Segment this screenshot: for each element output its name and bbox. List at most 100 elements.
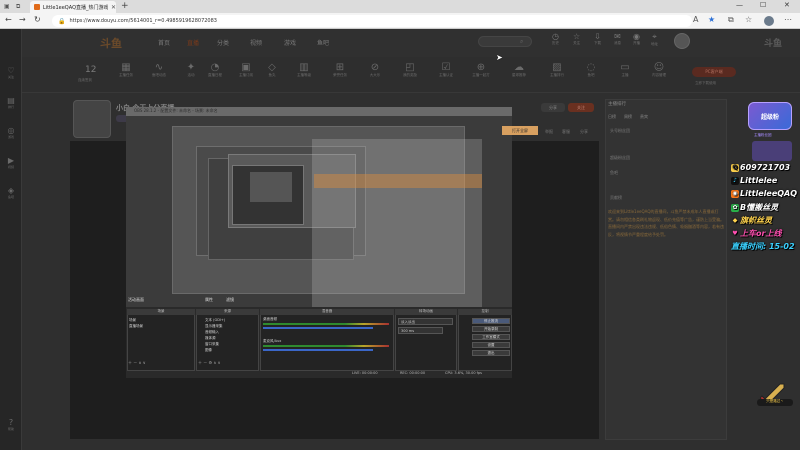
fullscreen-button[interactable]: 打开全屏 xyxy=(502,126,538,135)
close-window-icon[interactable]: ✕ xyxy=(784,1,790,9)
volume-slider[interactable] xyxy=(263,349,373,351)
obs-active-label: 活动画面 xyxy=(128,297,144,302)
nav-game[interactable]: 游戏 xyxy=(284,38,296,47)
signin-day-count: 12 xyxy=(85,65,97,75)
tab-daily[interactable]: 日榜 xyxy=(608,114,616,120)
source-item[interactable]: 媒体源 xyxy=(205,336,216,341)
tab-actions-icon[interactable]: ⧉ xyxy=(16,3,20,11)
sidebar-item-games[interactable]: ◎ 游戏 xyxy=(3,126,19,139)
share-button[interactable]: 分享 xyxy=(541,103,565,112)
source-item[interactable]: 显示器采集 xyxy=(205,324,223,329)
back-icon[interactable]: ← xyxy=(5,15,12,24)
transition-select[interactable]: 淡入淡出 xyxy=(398,318,453,325)
refresh-icon[interactable]: ↻ xyxy=(34,15,41,24)
category-item[interactable]: ⊞ 荣誉任务 xyxy=(326,62,354,78)
sidebar-item-fishbar[interactable]: ◈ 鱼吧 xyxy=(3,186,19,199)
header-message[interactable]: ✉ 消息 xyxy=(614,32,621,46)
source-item[interactable]: 文本 (GDI+) xyxy=(205,318,225,323)
more-options-icon[interactable]: ⋯ xyxy=(784,15,792,24)
tab-vip[interactable]: 贵宾 xyxy=(640,114,648,120)
category-item[interactable]: ◰ 我的奖励 xyxy=(396,62,424,78)
category-item[interactable]: ☑ 主播认证 xyxy=(432,62,460,78)
settings-button[interactable]: 设置 xyxy=(472,342,510,348)
gift-note: ◆ 旗帜丝灵 xyxy=(732,216,772,225)
obs-properties-button[interactable]: 属性 xyxy=(205,297,213,303)
browser-tab[interactable]: Little1eeQAQ直播_热门游戏直播 ✕ xyxy=(30,1,116,13)
start-recording-button[interactable]: 开始录制 xyxy=(472,326,510,332)
nav-live[interactable]: 直播 xyxy=(187,38,199,47)
pc-client-sub: 立即下载使用 xyxy=(695,81,716,85)
rec-time: REC: 00:00:00 xyxy=(400,371,426,375)
header-location[interactable]: ⌖ 地址 xyxy=(651,32,658,47)
user-avatar[interactable] xyxy=(674,33,690,49)
source-item[interactable]: 图像 xyxy=(205,348,212,353)
favorite-star-icon[interactable]: ★ xyxy=(708,15,715,24)
chat-row[interactable]: 超级粉丝团 xyxy=(610,155,630,161)
window-menu-icon[interactable]: ▣ xyxy=(4,3,10,10)
category-item[interactable]: ▦ 主播任务 xyxy=(112,62,140,78)
new-tab-icon[interactable]: + xyxy=(121,1,129,11)
category-item[interactable]: ◇ 鱼丸 xyxy=(258,62,286,78)
read-aloud-icon[interactable]: A xyxy=(693,15,698,24)
nav-video[interactable]: 视频 xyxy=(250,38,262,47)
forward-icon[interactable]: → xyxy=(19,15,26,24)
category-item[interactable]: ∿ 鱼吧动态 xyxy=(145,62,173,78)
address-bar[interactable]: 🔒 https://www.douyu.com/5614001_r=0.4985… xyxy=(52,15,692,27)
profile-icon[interactable] xyxy=(764,16,774,26)
obs-filters-button[interactable]: 滤镜 xyxy=(226,297,234,303)
service-link[interactable]: 客服 xyxy=(562,129,570,135)
source-item[interactable]: 音频输入 xyxy=(205,330,219,335)
source-add-remove-icons[interactable]: ＋ － ⚙ ∧ ∨ xyxy=(198,360,221,366)
chat-notice: 欢迎来到Little1eeQAQ的直播间，斗鱼严禁未成年人直播或打赏。请勿相信各… xyxy=(608,209,724,237)
header-history[interactable]: ◷ 历史 xyxy=(552,32,559,46)
minimize-icon[interactable]: — xyxy=(736,1,743,9)
category-item[interactable]: ☺ 内容管理 xyxy=(645,62,673,78)
nav-category[interactable]: 分类 xyxy=(217,38,229,47)
share-link[interactable]: 分享 xyxy=(580,129,588,135)
nav-home[interactable]: 首页 xyxy=(158,38,170,47)
studio-mode-button[interactable]: 工作室模式 xyxy=(472,334,510,340)
transition-duration[interactable]: 300 ms xyxy=(398,327,443,334)
close-tab-icon[interactable]: ✕ xyxy=(111,4,116,11)
category-item[interactable]: ◔ 直播日程 xyxy=(201,62,229,78)
chat-row[interactable]: 贡献榜 xyxy=(610,195,622,201)
category-item[interactable]: ▭ 主播 xyxy=(611,62,639,78)
mouse-cursor-icon: ➤ xyxy=(496,53,503,62)
scene-add-remove-icons[interactable]: ＋ － ∧ ∨ xyxy=(128,360,146,366)
chat-row[interactable]: 鱼吧 xyxy=(610,170,618,176)
category-item[interactable]: ▥ 主播等级 xyxy=(290,62,318,78)
sidebar-item-follow[interactable]: ♡ 关注 xyxy=(3,66,19,79)
source-item[interactable]: 窗口采集 xyxy=(205,342,219,347)
volume-slider[interactable] xyxy=(263,327,373,329)
category-item[interactable]: ⊘ 大大乐 xyxy=(361,62,389,78)
tab-weekly[interactable]: 周榜 xyxy=(624,114,632,120)
exit-button[interactable]: 退出 xyxy=(472,350,510,356)
sidebar-item-video[interactable]: ▶ 视频 xyxy=(3,156,19,169)
report-link[interactable]: 举报 xyxy=(545,129,553,135)
follow-button[interactable]: 关注 xyxy=(568,103,594,112)
category-item[interactable]: ▣ 主播订阅 xyxy=(232,62,260,78)
streamer-avatar[interactable] xyxy=(73,100,111,138)
scene-item[interactable]: 场景 xyxy=(129,318,136,323)
header-download[interactable]: ⇩ 下载 xyxy=(594,32,601,46)
category-item[interactable]: ◌ 鱼吧 xyxy=(577,62,605,78)
favorites-icon[interactable]: ☆ xyxy=(745,15,752,24)
tab-title: Little1eeQAQ直播_热门游戏直播 xyxy=(42,4,108,11)
header-follow[interactable]: ☆ 关注 xyxy=(573,32,580,46)
header-broadcast[interactable]: ◉ 开播 xyxy=(633,32,640,46)
scene-item[interactable]: 直播场景 xyxy=(129,324,143,329)
search-icon[interactable]: ⌕ xyxy=(520,38,523,46)
sidebar-item-help[interactable]: ? 帮助 xyxy=(3,418,19,431)
search-input[interactable] xyxy=(478,36,532,47)
site-logo[interactable]: 斗鱼 xyxy=(100,35,122,51)
pc-client-button[interactable]: PC客户端 xyxy=(692,67,736,77)
chat-row[interactable]: 头号粉丝团 xyxy=(610,128,630,134)
sidebar-item-ranking[interactable]: ▤ 排行 xyxy=(3,96,19,109)
category-item[interactable]: ⊕ 主播一起打 xyxy=(467,62,495,78)
stop-streaming-button[interactable]: 停止推流 xyxy=(472,318,510,324)
category-item[interactable]: ☁ 星球推荐 xyxy=(505,62,533,78)
split-screen-icon[interactable]: ⧉ xyxy=(728,15,734,25)
category-item[interactable]: ▨ 主播排行 xyxy=(543,62,571,78)
nav-fishbar[interactable]: 鱼吧 xyxy=(317,38,329,47)
maximize-icon[interactable]: ☐ xyxy=(760,1,766,9)
